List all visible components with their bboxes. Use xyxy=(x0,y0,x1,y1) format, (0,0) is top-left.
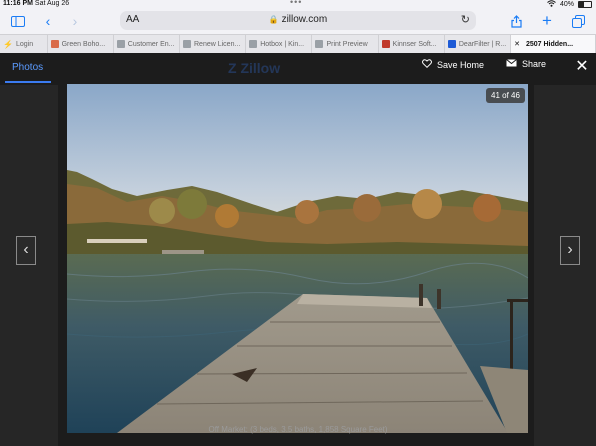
tab-label: Customer En... xyxy=(127,40,175,48)
forward-icon[interactable]: › xyxy=(65,11,85,31)
url-label: zillow.com xyxy=(281,14,328,25)
previous-photo-button[interactable]: ‹ xyxy=(16,236,36,265)
close-icon[interactable]: ✕ xyxy=(574,59,590,75)
tab-green-boho[interactable]: Green Boho... xyxy=(48,35,114,53)
favicon-icon xyxy=(447,40,456,48)
save-home-label: Save Home xyxy=(437,59,485,70)
logo-text: Zillow xyxy=(240,60,281,76)
tab-hotbox[interactable]: Hotbox | Kin... xyxy=(246,35,313,53)
tab-label: 2507 Hidden... xyxy=(525,40,574,48)
tab-print-preview[interactable]: Print Preview xyxy=(312,35,379,53)
favicon-icon xyxy=(50,40,59,48)
tab-zillow-active[interactable]: ✕ 2507 Hidden... xyxy=(511,35,596,53)
envelope-icon xyxy=(506,59,517,69)
reload-icon[interactable]: ↻ xyxy=(461,13,470,26)
new-tab-icon[interactable]: + xyxy=(537,11,557,31)
zillow-z-icon: Z xyxy=(228,60,237,76)
tab-label: Renew Licen... xyxy=(194,40,241,48)
background-listing-left xyxy=(0,85,58,446)
photos-tab-label: Photos xyxy=(12,62,44,73)
tab-strip: ⚡ Login Green Boho... Customer En... Rene… xyxy=(0,34,596,54)
tab-renew-license[interactable]: Renew Licen... xyxy=(180,35,247,53)
share-label: Share xyxy=(522,59,547,69)
tab-dearfilter[interactable]: DearFilter | R... xyxy=(445,35,512,53)
save-home-button[interactable]: Save Home xyxy=(422,59,484,70)
tab-label: Login xyxy=(15,40,34,48)
listing-photo xyxy=(67,84,528,433)
share-button[interactable]: Share xyxy=(506,59,546,69)
url-text: 🔒 zillow.com xyxy=(120,14,476,25)
next-photo-button[interactable]: › xyxy=(560,236,580,265)
photo-counter: 41 of 46 xyxy=(486,88,525,103)
tab-close-icon[interactable]: ✕ xyxy=(514,40,520,48)
tab-login[interactable]: ⚡ Login xyxy=(0,35,48,53)
tab-label: Kinnser Soft... xyxy=(392,40,437,48)
lock-icon: 🔒 xyxy=(268,15,279,24)
status-time: 11:16 PM Sat Aug 26 xyxy=(3,0,70,7)
tab-label: DearFilter | R... xyxy=(458,40,507,48)
favicon-icon xyxy=(116,40,125,48)
photo-caption: Off Market: (3 beds, 3.5 baths, 1,858 Sq… xyxy=(208,425,388,434)
tab-kinnser[interactable]: Kinnser Soft... xyxy=(379,35,445,53)
tab-customer[interactable]: Customer En... xyxy=(114,35,180,53)
chevron-right-icon: › xyxy=(567,241,573,258)
tab-label: Hotbox | Kin... xyxy=(260,40,305,48)
zillow-logo: Z Zillow xyxy=(228,60,280,76)
favicon-icon xyxy=(183,40,191,48)
back-icon[interactable]: ‹ xyxy=(38,11,58,31)
background-listing-right xyxy=(534,85,596,446)
favicon-icon xyxy=(249,40,258,48)
tab-photos[interactable]: Photos xyxy=(0,53,56,83)
bolt-icon: ⚡ xyxy=(3,40,13,49)
favicon-icon xyxy=(381,40,390,48)
address-bar[interactable]: AA 🔒 zillow.com ↻ xyxy=(120,11,476,30)
heart-icon xyxy=(422,59,432,70)
tabs-overview-icon[interactable] xyxy=(568,11,588,31)
tab-label: Print Preview xyxy=(326,40,368,48)
more-dots-icon[interactable]: ••• xyxy=(290,0,302,7)
sidebar-icon[interactable] xyxy=(8,11,28,31)
chevron-left-icon: ‹ xyxy=(23,241,29,258)
battery-percent: 40% xyxy=(559,1,574,8)
tab-label: Green Boho... xyxy=(61,40,106,48)
battery-icon xyxy=(578,1,592,8)
browser-toolbar: ‹ › AA 🔒 zillow.com ↻ + xyxy=(0,8,596,34)
active-tab-underline xyxy=(5,81,51,83)
status-bar: 11:16 PM Sat Aug 26 ••• 40% xyxy=(0,0,596,8)
share-browser-icon[interactable] xyxy=(506,11,526,31)
photo-viewer: Photos Z Zillow Save Home Share ✕ ‹ › xyxy=(0,53,596,446)
favicon-icon xyxy=(315,40,324,48)
